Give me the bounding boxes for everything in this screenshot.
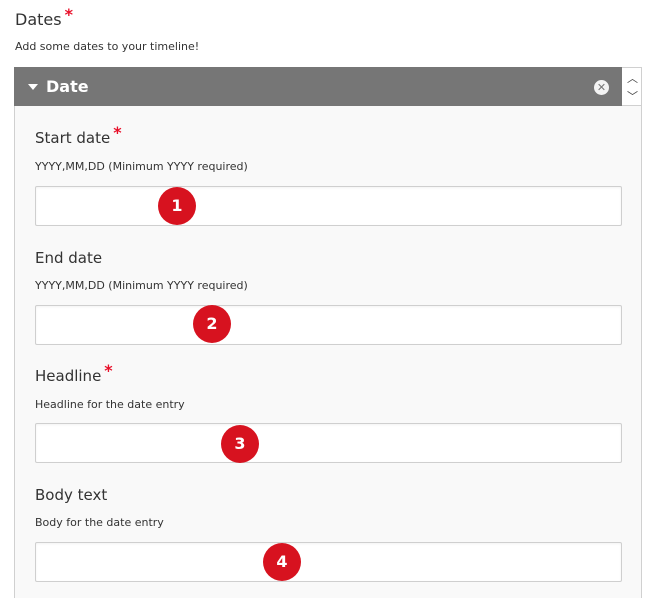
body-text-label-text: Body text — [35, 486, 108, 504]
group-title: Date — [46, 77, 89, 96]
end-date-input[interactable] — [35, 305, 622, 345]
end-date-label: End date — [35, 249, 102, 267]
headline-input[interactable] — [35, 423, 622, 463]
required-marker: * — [104, 361, 113, 380]
date-group-header[interactable]: Date ✕ — [14, 67, 622, 106]
annotation-badge: 1 — [158, 187, 196, 225]
caret-down-icon[interactable] — [28, 84, 38, 90]
chevron-down-icon[interactable]: ﹀ — [627, 88, 638, 104]
order-controls: ︿ ﹀ — [622, 67, 642, 106]
headline-description: Headline for the date entry — [35, 398, 185, 411]
annotation-badge: 4 — [263, 543, 301, 581]
start-date-label: Start date * — [35, 123, 122, 147]
section-description: Add some dates to your timeline! — [15, 40, 200, 53]
end-date-description: YYYY,MM,DD (Minimum YYYY required) — [35, 279, 248, 292]
body-text-description: Body for the date entry — [35, 516, 164, 529]
section-title-text: Dates — [15, 10, 62, 29]
section-title: Dates * — [15, 5, 73, 29]
required-marker: * — [113, 123, 122, 142]
body-text-label: Body text — [35, 486, 107, 504]
headline-label-text: Headline — [35, 367, 102, 385]
annotation-badge: 3 — [221, 425, 259, 463]
body-text-input[interactable] — [35, 542, 622, 582]
required-marker: * — [64, 5, 73, 24]
headline-label: Headline * — [35, 361, 113, 385]
end-date-label-text: End date — [35, 249, 103, 267]
start-date-input[interactable] — [35, 186, 622, 226]
remove-group-button[interactable]: ✕ — [594, 80, 609, 95]
start-date-label-text: Start date — [35, 129, 111, 147]
chevron-up-icon[interactable]: ︿ — [627, 70, 638, 86]
annotation-badge: 2 — [193, 305, 231, 343]
start-date-description: YYYY,MM,DD (Minimum YYYY required) — [35, 160, 248, 173]
